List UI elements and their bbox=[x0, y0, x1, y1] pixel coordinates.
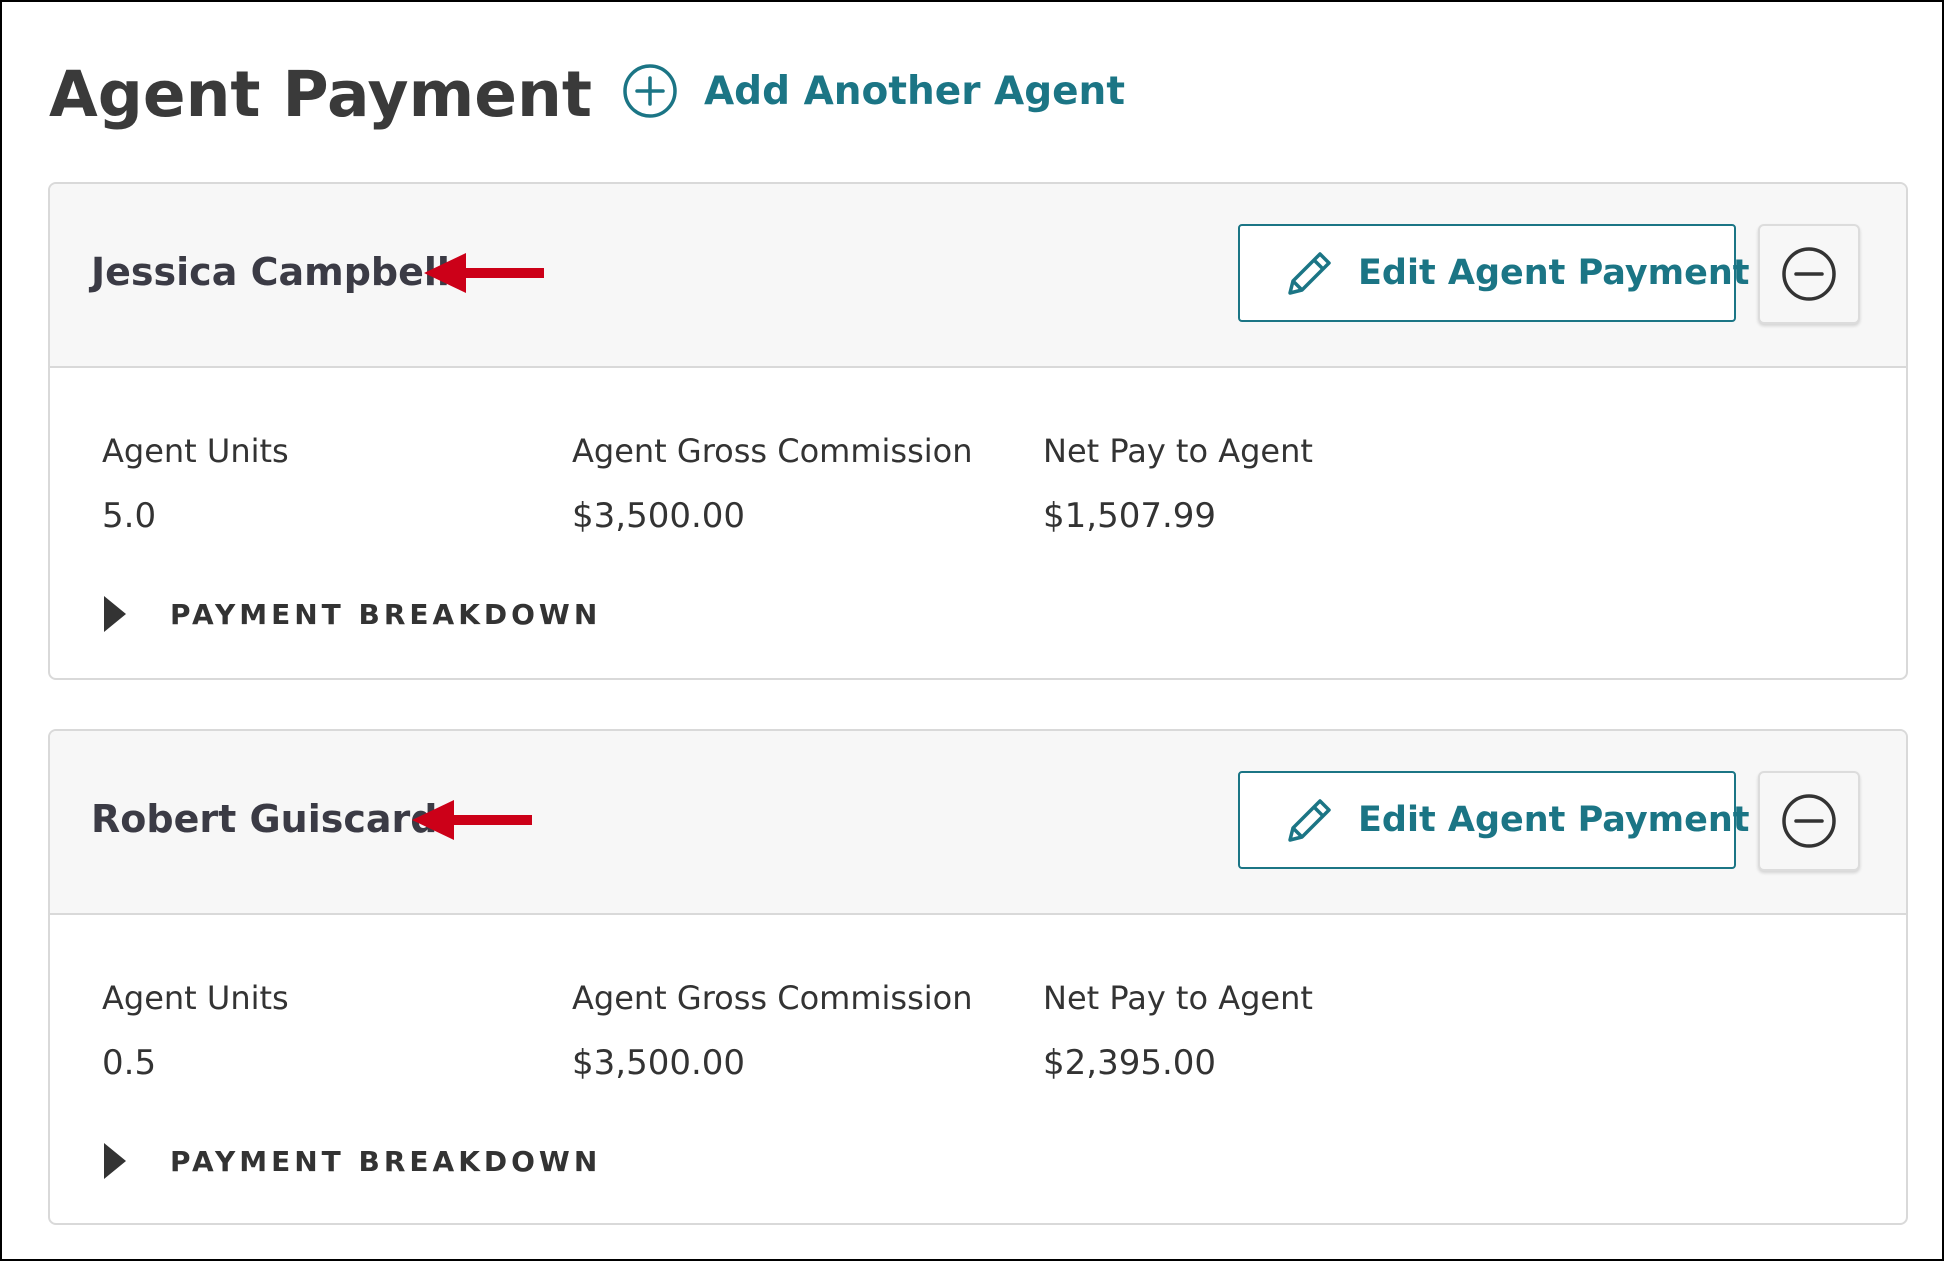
payment-breakdown-label: PAYMENT BREAKDOWN bbox=[170, 597, 602, 631]
agent-name: Jessica Campbell bbox=[91, 250, 450, 294]
agent-card: Jessica Campbell Edit Agent Payment Agen… bbox=[48, 182, 1908, 680]
edit-agent-payment-label: Edit Agent Payment bbox=[1358, 800, 1750, 840]
screenshot-frame: Agent Payment Add Another Agent Jessica … bbox=[0, 0, 1944, 1261]
edit-agent-payment-button[interactable]: Edit Agent Payment bbox=[1238, 771, 1750, 869]
net-pay-stat: Net Pay to Agent $1,507.99 bbox=[1043, 432, 1313, 536]
edit-agent-payment-label: Edit Agent Payment bbox=[1358, 253, 1750, 293]
add-another-agent-label: Add Another Agent bbox=[704, 68, 1125, 114]
pencil-icon bbox=[1278, 790, 1338, 850]
agent-units-value: 0.5 bbox=[102, 1043, 157, 1083]
agent-units-label: Agent Units bbox=[102, 979, 289, 1017]
minus-circle-icon bbox=[1781, 793, 1837, 849]
agent-units-label: Agent Units bbox=[102, 432, 289, 470]
net-pay-value: $2,395.00 bbox=[1043, 1043, 1217, 1083]
net-pay-stat: Net Pay to Agent $2,395.00 bbox=[1043, 979, 1313, 1083]
agent-units-value: 5.0 bbox=[102, 496, 157, 536]
agent-gross-commission-stat: Agent Gross Commission $3,500.00 bbox=[572, 979, 972, 1083]
remove-agent-button[interactable] bbox=[1758, 224, 1860, 324]
caret-right-icon bbox=[102, 1141, 128, 1181]
payment-breakdown-label: PAYMENT BREAKDOWN bbox=[170, 1144, 602, 1178]
agent-units-stat: Agent Units 0.5 bbox=[102, 979, 289, 1083]
red-arrow-icon bbox=[412, 798, 534, 842]
minus-circle-icon bbox=[1781, 246, 1837, 302]
agent-gross-commission-value: $3,500.00 bbox=[572, 496, 746, 536]
agent-name: Robert Guiscard bbox=[91, 797, 438, 841]
agent-gross-commission-label: Agent Gross Commission bbox=[572, 432, 973, 470]
pencil-icon bbox=[1278, 243, 1338, 303]
net-pay-value: $1,507.99 bbox=[1043, 496, 1217, 536]
payment-breakdown-toggle[interactable]: PAYMENT BREAKDOWN bbox=[102, 1141, 601, 1181]
page-header: Agent Payment bbox=[49, 54, 592, 134]
net-pay-label: Net Pay to Agent bbox=[1043, 432, 1313, 470]
add-another-agent-button[interactable]: Add Another Agent bbox=[622, 62, 1125, 120]
remove-agent-button[interactable] bbox=[1758, 771, 1860, 871]
caret-right-icon bbox=[102, 594, 128, 634]
agent-gross-commission-value: $3,500.00 bbox=[572, 1043, 746, 1083]
net-pay-label: Net Pay to Agent bbox=[1043, 979, 1313, 1017]
page-title: Agent Payment bbox=[49, 57, 592, 131]
agent-card-header: Robert Guiscard Edit Agent Payment bbox=[50, 731, 1906, 915]
agent-card: Robert Guiscard Edit Agent Payment Agent… bbox=[48, 729, 1908, 1225]
agent-gross-commission-stat: Agent Gross Commission $3,500.00 bbox=[572, 432, 972, 536]
red-arrow-icon bbox=[424, 251, 546, 295]
agent-units-stat: Agent Units 5.0 bbox=[102, 432, 289, 536]
payment-breakdown-toggle[interactable]: PAYMENT BREAKDOWN bbox=[102, 594, 601, 634]
agent-gross-commission-label: Agent Gross Commission bbox=[572, 979, 973, 1017]
plus-circle-icon bbox=[622, 63, 678, 119]
edit-agent-payment-button[interactable]: Edit Agent Payment bbox=[1238, 224, 1750, 322]
agent-card-header: Jessica Campbell Edit Agent Payment bbox=[50, 184, 1906, 368]
